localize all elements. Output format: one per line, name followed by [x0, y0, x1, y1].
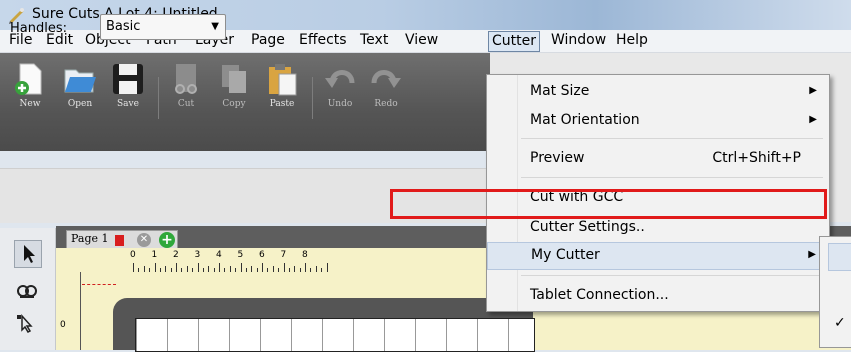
- page-tab-label: Page 1: [71, 232, 109, 245]
- highlight-box: [390, 189, 827, 219]
- ruler-number: 7: [280, 250, 287, 260]
- tool-column: [0, 228, 56, 350]
- ruler-tick: [283, 263, 285, 272]
- tablet-connection-label: Tablet Connection...: [530, 287, 669, 303]
- ruler-number: 5: [237, 250, 244, 260]
- checkmark-icon: ✓: [834, 315, 846, 331]
- mat-orientation-label: Mat Orientation: [530, 112, 640, 128]
- cut-button[interactable]: Cut: [166, 61, 206, 109]
- preview-shortcut: Ctrl+Shift+P: [712, 150, 801, 166]
- cut-icon: [175, 64, 197, 94]
- new-label: New: [19, 99, 41, 109]
- page-tab[interactable]: Page 1 ✕ +: [66, 230, 178, 249]
- new-button[interactable]: New: [10, 61, 50, 109]
- menu-item-my-cutter[interactable]: My Cutter ▶: [487, 242, 829, 270]
- submenu-arrow-icon: ▶: [808, 249, 816, 260]
- menu-separator: [521, 138, 823, 139]
- submenu-arrow-icon: ▶: [809, 114, 817, 125]
- redo-button[interactable]: Redo: [366, 61, 406, 109]
- open-label: Open: [67, 99, 93, 109]
- open-icon: [64, 69, 96, 93]
- menu-item-mat-size[interactable]: Mat Size ▶: [487, 79, 829, 105]
- menu-separator: [521, 177, 823, 178]
- save-label: Save: [117, 99, 139, 109]
- handles-select[interactable]: Basic ▼: [100, 14, 226, 40]
- weld-icon[interactable]: [14, 280, 40, 306]
- cut-label: Cut: [177, 99, 195, 109]
- paste-button[interactable]: Paste: [262, 61, 302, 109]
- chevron-down-icon: ▼: [211, 21, 219, 32]
- my-cutter-submenu: ✓: [819, 236, 851, 348]
- new-icon: [15, 63, 42, 95]
- copy-button[interactable]: Copy: [214, 61, 254, 109]
- paste-label: Paste: [269, 99, 295, 109]
- ruler-tick: [240, 263, 242, 272]
- mat-grid: [135, 318, 535, 352]
- submenu-item-hovered[interactable]: [828, 243, 851, 271]
- mat-size-label: Mat Size: [530, 83, 590, 99]
- ruler-tick: [326, 263, 328, 272]
- close-icon[interactable]: ✕: [137, 233, 151, 247]
- ruler-tick: [197, 263, 199, 272]
- add-icon[interactable]: +: [159, 232, 175, 248]
- open-button[interactable]: Open: [60, 61, 100, 109]
- cutter-settings-label: Cutter Settings..: [530, 219, 645, 235]
- menu-item-tablet-connection[interactable]: Tablet Connection...: [487, 283, 829, 309]
- preview-label: Preview: [530, 150, 585, 166]
- menu-window[interactable]: Window: [548, 31, 609, 50]
- page-margin-line: [82, 284, 116, 285]
- select-arrow-icon[interactable]: [14, 240, 42, 268]
- ruler-number: 2: [173, 250, 179, 260]
- redo-label: Redo: [374, 99, 398, 109]
- ruler-tick: [219, 263, 220, 272]
- toolbar-separator: [158, 77, 159, 119]
- handles-label: Handles:: [10, 21, 67, 36]
- ruler-tick: [133, 263, 134, 272]
- ruler-number: 8: [302, 250, 308, 260]
- ruler-number: 0: [60, 320, 66, 330]
- redo-icon: [371, 70, 401, 88]
- ruler-tick: [262, 263, 263, 272]
- menu-item-preview[interactable]: Preview Ctrl+Shift+P: [487, 146, 829, 172]
- node-edit-icon[interactable]: [14, 312, 40, 338]
- ruler-tick: [305, 263, 306, 272]
- menu-effects[interactable]: Effects: [296, 31, 350, 50]
- ruler-tick: [176, 263, 177, 272]
- menu-cutter[interactable]: Cutter: [488, 31, 540, 52]
- copy-label: Copy: [222, 99, 246, 109]
- menu-view[interactable]: View: [402, 31, 441, 50]
- save-icon: [113, 64, 143, 94]
- menu-page[interactable]: Page: [248, 31, 288, 50]
- ruler-tick: [154, 263, 156, 272]
- ruler-number: 4: [216, 250, 222, 260]
- my-cutter-label: My Cutter: [531, 247, 600, 263]
- submenu-arrow-icon: ▶: [809, 85, 817, 96]
- undo-icon: [325, 70, 355, 88]
- ruler-number: 6: [259, 250, 265, 260]
- ruler-number: 0: [130, 250, 136, 260]
- undo-label: Undo: [327, 99, 353, 109]
- save-button[interactable]: Save: [108, 61, 148, 109]
- ruler-number: 3: [194, 250, 201, 260]
- toolbar-separator: [312, 77, 313, 119]
- undo-button[interactable]: Undo: [320, 61, 360, 109]
- menu-item-mat-orientation[interactable]: Mat Orientation ▶: [487, 108, 829, 134]
- page-color-swatch[interactable]: [115, 235, 124, 246]
- paste-icon: [269, 64, 297, 96]
- menu-text[interactable]: Text: [357, 31, 391, 50]
- menu-help[interactable]: Help: [613, 31, 651, 50]
- ruler-number: 1: [151, 250, 158, 260]
- copy-icon: [222, 65, 246, 93]
- menu-separator: [521, 275, 823, 276]
- handles-value: Basic: [106, 19, 141, 34]
- vertical-ruler: 0: [56, 272, 81, 350]
- toolbar: New Open Save Cut Copy Paste Undo Redo: [0, 53, 490, 151]
